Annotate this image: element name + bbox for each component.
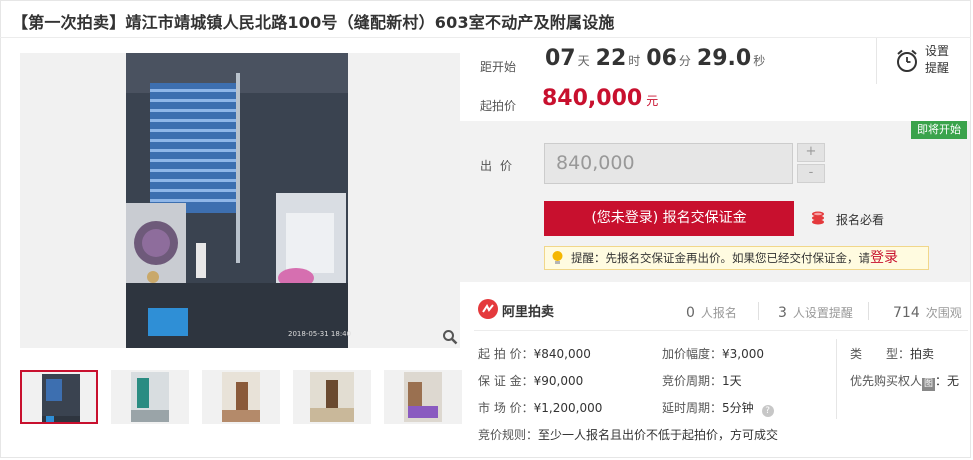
brand-logo: 阿里拍卖 <box>478 299 560 321</box>
alarm-clock-icon[interactable] <box>895 48 919 74</box>
start-price-value: 840,000 <box>542 86 643 111</box>
signup-count: 0 人报名 <box>686 305 737 321</box>
thumbnail-image <box>131 372 169 422</box>
countdown-minutes: 06 <box>646 46 677 71</box>
countdown-seconds: 29.0 <box>696 46 752 71</box>
signup-guide-link[interactable]: 报名必看 <box>836 211 884 228</box>
detail-cycle: 竞价周期：1天 <box>662 374 742 388</box>
status-badge: 即将开始 <box>911 121 967 139</box>
countdown-days: 07 <box>545 46 576 71</box>
set-reminder-button[interactable]: 设置提醒 <box>925 43 955 77</box>
thumbnail-strip <box>20 370 462 426</box>
bathroom-photo <box>126 53 348 348</box>
photo-timestamp: 2018-05-31 18:40 <box>288 330 352 338</box>
zoom-icon[interactable] <box>442 329 458 345</box>
thumbnail-5[interactable] <box>384 370 462 424</box>
reminder-count: 3 人设置提醒 <box>778 305 853 321</box>
thumbnail-image <box>42 374 80 422</box>
stats-divider <box>474 330 968 331</box>
days-unit: 天 <box>577 54 590 68</box>
info-badge-icon[interactable]: 图 <box>922 378 936 391</box>
details-divider <box>836 339 837 419</box>
detail-market-price: 市 场 价：¥1,200,000 <box>478 401 603 415</box>
lightbulb-icon <box>552 251 563 264</box>
page-title: 【第一次拍卖】靖江市靖城镇人民北路100号（缝配新村）603室不动产及附属设施 <box>12 13 615 32</box>
reminder-divider <box>876 38 877 84</box>
stat-divider <box>758 302 759 320</box>
thumbnail-image <box>222 372 260 422</box>
detail-delay: 延时周期：5分钟? <box>662 399 774 417</box>
detail-increment: 加价幅度：¥3,000 <box>662 347 765 361</box>
start-price-label: 起拍价 <box>480 99 517 113</box>
title-divider <box>0 37 971 38</box>
start-price: 840,000 元 <box>542 86 658 111</box>
thumbnail-3[interactable] <box>202 370 280 424</box>
seconds-unit: 秒 <box>753 54 766 68</box>
coins-icon <box>812 211 824 225</box>
thumbnail-2[interactable] <box>111 370 189 424</box>
main-photo[interactable]: 2018-05-31 18:40 <box>20 53 460 348</box>
hours-unit: 时 <box>628 54 641 68</box>
tip-text: 先报名交保证金再出价。如果您已经交付保证金，请 <box>605 251 871 265</box>
decrease-bid-button[interactable]: - <box>797 164 825 183</box>
login-reminder-tip: 提醒：先报名交保证金再出价。如果您已经交付保证金，请登录 <box>544 246 929 270</box>
countdown-label: 距开始 <box>480 60 517 74</box>
tip-prefix: 提醒： <box>571 251 606 265</box>
minutes-unit: 分 <box>678 54 691 68</box>
auction-logo-icon <box>478 299 498 319</box>
thumbnail-1[interactable] <box>20 370 98 424</box>
detail-start-price: 起 拍 价：¥840,000 <box>478 347 591 361</box>
stat-divider <box>868 302 869 320</box>
detail-deposit: 保 证 金：¥90,000 <box>478 374 584 388</box>
bid-input[interactable]: 840,000 <box>544 143 793 184</box>
view-count: 714 次围观 <box>893 305 962 321</box>
thumbnail-image <box>404 372 442 422</box>
bid-label: 出价 <box>480 159 521 173</box>
detail-priority: 优先购买权人图：无 <box>850 374 960 391</box>
detail-type: 类 型：拍卖 <box>850 347 935 361</box>
increase-bid-button[interactable]: + <box>797 143 825 162</box>
countdown-timer: 07 天 22 时 06 分 29.0 秒 <box>545 46 771 71</box>
brand-name: 阿里拍卖 <box>502 305 555 320</box>
detail-rule: 竞价规则：至少一人报名且出价不低于起拍价，方可成交 <box>478 428 779 442</box>
thumbnail-4[interactable] <box>293 370 371 424</box>
signup-deposit-button[interactable]: (您未登录) 报名交保证金 <box>544 201 794 236</box>
start-price-unit: 元 <box>646 94 659 108</box>
login-link[interactable]: 登录 <box>870 250 898 266</box>
countdown-hours: 22 <box>595 46 627 71</box>
thumbnail-image <box>310 372 354 422</box>
help-icon[interactable]: ? <box>761 405 774 417</box>
